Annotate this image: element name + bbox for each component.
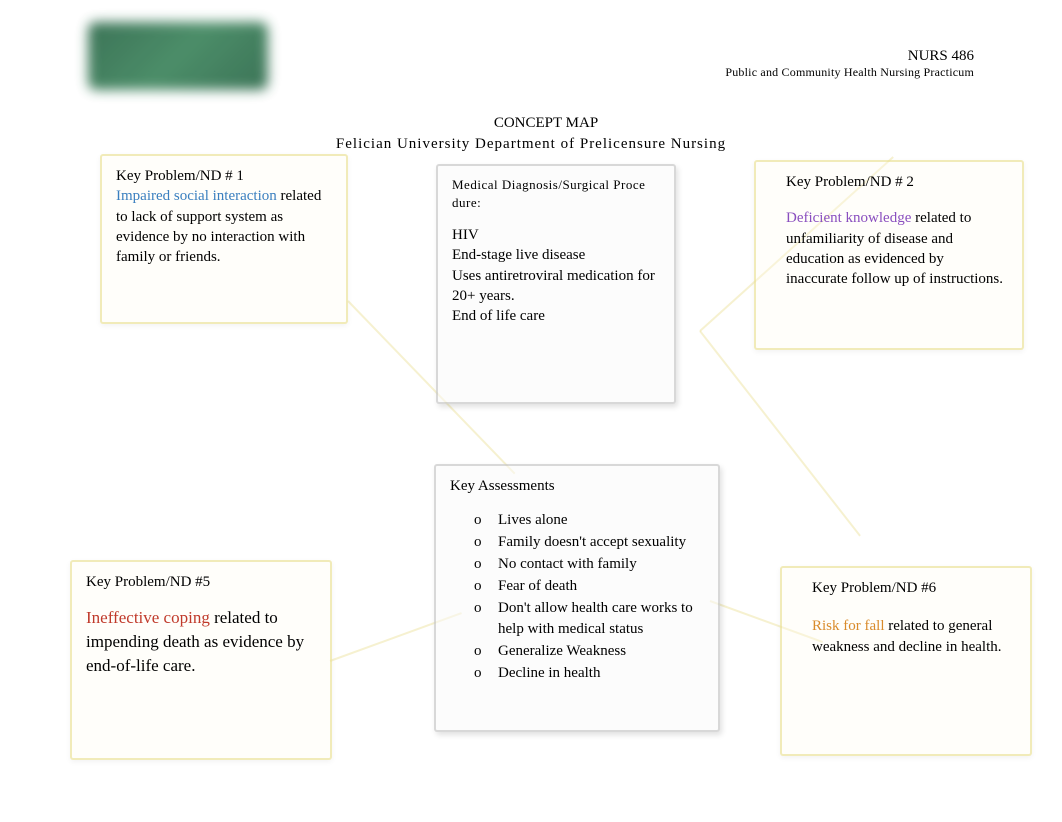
ka-list: Lives alone Family doesn't accept sexual… (450, 510, 704, 684)
medical-diagnosis-box: Medical Diagnosis/Surgical Proce dure: H… (436, 164, 676, 404)
nd2-box: Key Problem/ND # 2 Deficient knowledge r… (754, 160, 1024, 350)
nd2-label: Key Problem/ND # 2 (786, 172, 1008, 192)
key-assessments-box: Key Assessments Lives alone Family doesn… (434, 464, 720, 732)
connector-line (699, 330, 861, 536)
med-body: HIV End-stage live disease Uses antiretr… (452, 225, 660, 326)
header-right: NURS 486 Public and Community Health Nur… (725, 48, 974, 80)
med-line2: End-stage live disease (452, 245, 660, 265)
ka-item: Family doesn't accept sexuality (474, 532, 704, 553)
nd5-label: Key Problem/ND #5 (86, 572, 316, 592)
ka-item: Don't allow health care works to help wi… (474, 598, 704, 640)
nd1-box: Key Problem/ND # 1 Impaired social inter… (100, 154, 348, 324)
title-block: CONCEPT MAP Felician University Departme… (0, 115, 1062, 153)
ka-item: Lives alone (474, 510, 704, 531)
nd5-highlight: Ineffective coping (86, 608, 210, 627)
nd2-highlight: Deficient knowledge (786, 210, 911, 226)
med-label: Medical Diagnosis/Surgical Proce dure: (452, 176, 660, 211)
ka-label: Key Assessments (450, 476, 704, 496)
ka-item: No contact with family (474, 554, 704, 575)
nd5-text: Ineffective coping related to impending … (86, 606, 316, 677)
nd1-text: Impaired social interaction related to l… (116, 186, 332, 267)
ka-item: Fear of death (474, 576, 704, 597)
ka-item: Decline in health (474, 663, 704, 684)
nd1-highlight: Impaired social interaction (116, 188, 277, 204)
ka-item: Generalize Weakness (474, 641, 704, 662)
med-line3: Uses antiretroviral medication for 20+ y… (452, 266, 660, 307)
course-code: NURS 486 (725, 48, 974, 65)
university-logo (88, 22, 268, 90)
nd6-box: Key Problem/ND #6 Risk for fall related … (780, 566, 1032, 756)
course-name: Public and Community Health Nursing Prac… (725, 65, 974, 80)
nd2-text: Deficient knowledge related to unfamilia… (786, 208, 1008, 289)
nd5-box: Key Problem/ND #5 Ineffective coping rel… (70, 560, 332, 760)
med-line4: End of life care (452, 306, 660, 326)
nd6-label: Key Problem/ND #6 (812, 578, 1016, 598)
nd6-highlight: Risk for fall (812, 618, 885, 634)
med-line1: HIV (452, 225, 660, 245)
nd1-label: Key Problem/ND # 1 (116, 166, 332, 186)
title-line2: Felician University Department of Prelic… (0, 136, 1062, 153)
title-line1: CONCEPT MAP (30, 115, 1062, 132)
nd6-text: Risk for fall related to general weaknes… (812, 616, 1016, 657)
